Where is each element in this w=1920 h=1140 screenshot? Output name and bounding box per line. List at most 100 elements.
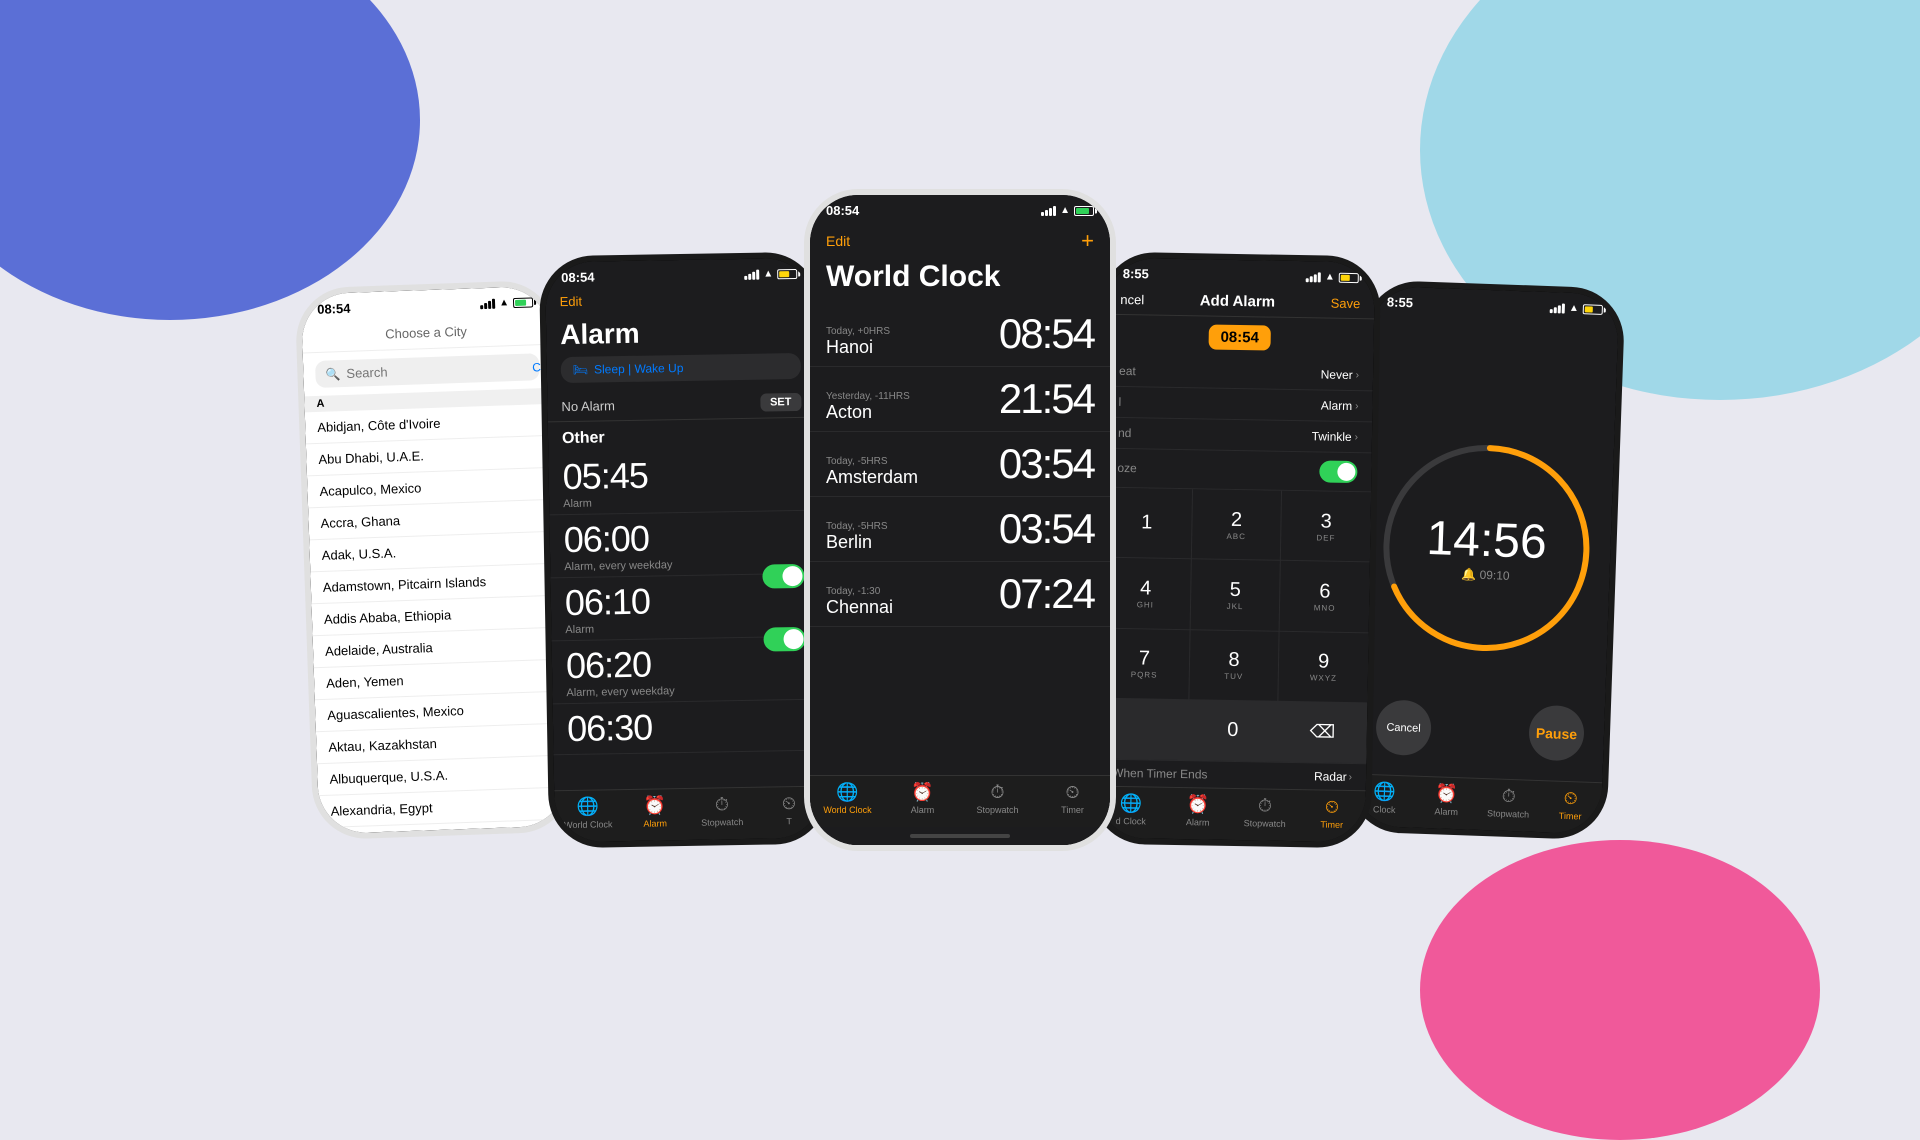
alarm-edit-btn[interactable]: Edit <box>560 294 583 309</box>
numpad-key-9[interactable]: 9WXYZ <box>1279 631 1369 702</box>
numpad-key-3[interactable]: 3DEF <box>1281 491 1371 562</box>
wifi-icon: ▲ <box>763 268 773 279</box>
pause-timer-btn[interactable]: Pause <box>1528 705 1585 762</box>
aa-repeat-label: eat <box>1119 364 1136 378</box>
aa-cancel-btn[interactable]: ncel <box>1120 292 1144 307</box>
tab-timer[interactable]: ⏲ Timer <box>1035 782 1110 815</box>
tab-label: Alarm <box>643 818 667 828</box>
wc-item-3: Today, -5HRS Berlin 03:54 <box>810 497 1110 562</box>
timer-inner: 14:56 🔔 09:10 <box>1425 511 1547 584</box>
tab-timer[interactable]: ⏲ Timer <box>1298 796 1366 830</box>
numpad-digit: 1 <box>1141 511 1153 534</box>
numpad-letters: GHI <box>1137 600 1154 609</box>
phone-5-inner: 8:55 ▲ <box>1353 286 1620 834</box>
tab-stopwatch[interactable]: ⏱ Stopwatch <box>960 782 1035 815</box>
tab-stopwatch[interactable]: ⏱ Stopwatch <box>688 794 756 828</box>
alarm-time: 06:00 <box>563 515 804 561</box>
wc-left: Today, -1:30 Chennai <box>826 586 893 618</box>
wifi-icon: ▲ <box>1060 205 1070 216</box>
search-bar[interactable]: 🔍 Can <box>315 353 540 388</box>
numpad-digit: 4 <box>1140 577 1152 600</box>
aa-setting-label-row[interactable]: l Alarm › <box>1104 387 1373 423</box>
tab-stopwatch[interactable]: ⏱ Stopwatch <box>1231 795 1299 829</box>
phone-4-screen: 8:55 ▲ <box>1097 258 1375 843</box>
tab-label: Alarm <box>1434 806 1458 817</box>
signal-bar-1 <box>480 305 483 309</box>
alarm-toggle[interactable] <box>763 627 805 652</box>
search-input[interactable] <box>346 360 522 381</box>
numpad-key-6[interactable]: 6MNO <box>1280 561 1370 632</box>
aa-setting-snooze[interactable]: oze <box>1103 449 1372 493</box>
aa-current-time: 08:54 <box>1208 324 1271 350</box>
wc-edit-btn[interactable]: Edit <box>826 233 850 249</box>
wc-time: 21:54 <box>999 375 1094 423</box>
alarm-toggle[interactable] <box>762 564 804 589</box>
alarm-icon: ⏰ <box>1187 794 1210 815</box>
chevron-right-icon: › <box>1356 370 1360 381</box>
numpad-key-2[interactable]: 2ABC <box>1192 489 1282 560</box>
wc-left: Today, +0HRS Hanoi <box>826 326 890 358</box>
when-timer-value: Radar › <box>1314 769 1352 784</box>
signal-icon <box>1550 303 1565 314</box>
numpad-key-0[interactable]: 0 <box>1188 700 1278 762</box>
delete-icon: ⌫ <box>1310 722 1336 743</box>
wc-item-1: Yesterday, -11HRS Acton 21:54 <box>810 367 1110 432</box>
numpad-letters: PQRS <box>1131 670 1158 679</box>
timer-icon: ⏲ <box>1325 797 1339 818</box>
wc-item-0: Today, +0HRS Hanoi 08:54 <box>810 302 1110 367</box>
tab-stopwatch[interactable]: ⏱ Stopwatch <box>1477 785 1540 820</box>
snooze-toggle[interactable] <box>1319 460 1357 483</box>
wc-add-btn[interactable]: + <box>1081 228 1094 254</box>
numpad-key-8[interactable]: 8TUV <box>1189 630 1279 701</box>
other-section-label: Other <box>548 418 816 453</box>
signal-bar-4 <box>492 298 495 308</box>
aa-sound-value: Twinkle › <box>1312 429 1359 444</box>
phone-4-status-icons: ▲ <box>1306 271 1359 283</box>
tab-timer[interactable]: ⏲ Timer <box>1539 787 1602 822</box>
tab-alarm[interactable]: ⏰ Alarm <box>621 795 689 829</box>
numpad-key-5[interactable]: 5JKL <box>1190 559 1280 630</box>
chevron-right-icon: › <box>1349 772 1353 783</box>
alarm-row-0[interactable]: 05:45 Alarm <box>548 448 817 516</box>
wc-day-info: Today, -1:30 <box>826 586 893 597</box>
aa-save-btn[interactable]: Save <box>1331 296 1361 312</box>
tab-alarm[interactable]: ⏰ Alarm <box>1164 794 1232 828</box>
battery-fill <box>1585 306 1593 312</box>
numpad-digit: 8 <box>1228 649 1240 672</box>
toggle-thumb <box>782 566 802 586</box>
signal-icon <box>480 298 495 309</box>
numpad-letters: TUV <box>1224 672 1243 681</box>
aa-setting-sound[interactable]: nd Twinkle › <box>1104 418 1373 454</box>
alarm-row-3[interactable]: 06:20 Alarm, every weekday <box>552 637 821 705</box>
alarm-time: 06:30 <box>567 704 808 750</box>
wc-day-info: Today, +0HRS <box>826 326 890 337</box>
wc-left: Yesterday, -11HRS Acton <box>826 391 910 423</box>
battery-fill <box>1341 274 1350 280</box>
tab-bar: 🌐 World Clock ⏰ Alarm ⏱ Stopwatch ⏲ Time… <box>810 775 1110 827</box>
phone-5: 8:55 ▲ <box>1346 280 1625 841</box>
aa-setting-repeat[interactable]: eat Never › <box>1105 356 1374 392</box>
wc-list: Today, +0HRS Hanoi 08:54 Yesterday, -11H… <box>810 302 1110 775</box>
wc-time: 03:54 <box>999 505 1094 553</box>
alarm-icon: ⏰ <box>911 782 933 803</box>
tab-alarm[interactable]: ⏰ Alarm <box>885 782 960 815</box>
numpad-key-delete[interactable]: ⌫ <box>1278 702 1368 764</box>
wifi-icon: ▲ <box>1569 303 1579 314</box>
battery-fill <box>779 271 789 277</box>
wc-time: 08:54 <box>999 310 1094 358</box>
tab-world-clock[interactable]: 🌐 World Clock <box>554 796 622 830</box>
timer-ring-container: 14:56 🔔 09:10 <box>1373 434 1601 662</box>
alarm-row-4[interactable]: 06:30 <box>553 700 822 756</box>
tab-label: Stopwatch <box>1487 808 1529 819</box>
tab-world-clock[interactable]: 🌐 World Clock <box>810 782 885 815</box>
phone-1-status-icons: ▲ <box>480 296 533 309</box>
tab-label: World Clock <box>564 819 613 830</box>
wc-header: Edit + <box>810 222 1110 258</box>
set-btn[interactable]: SET <box>760 393 802 412</box>
alarm-list: 05:45 Alarm 06:00 Alarm, every weekday 0… <box>548 448 822 791</box>
cancel-timer-btn[interactable]: Cancel <box>1375 699 1432 756</box>
tab-label: World Clock <box>823 805 871 815</box>
tab-alarm[interactable]: ⏰ Alarm <box>1415 783 1478 818</box>
phone-3: 08:54 ▲ <box>804 189 1116 851</box>
tab-label: Clock <box>1373 804 1396 815</box>
